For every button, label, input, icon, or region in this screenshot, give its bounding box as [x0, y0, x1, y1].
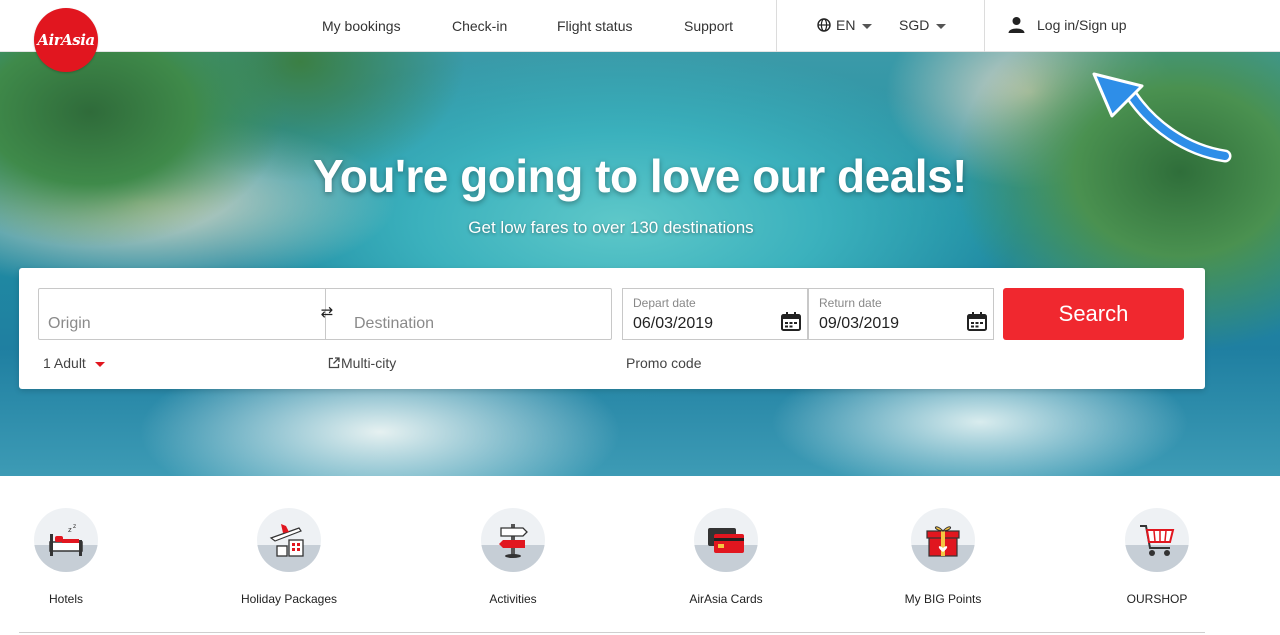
- svg-text:z: z: [73, 523, 76, 530]
- depart-date-label: Depart date: [633, 296, 696, 310]
- promo-code-link[interactable]: Promo code: [626, 355, 701, 371]
- search-button[interactable]: Search: [1003, 288, 1184, 340]
- hero-title: You're going to love our deals!: [313, 150, 967, 202]
- chevron-down-icon: [94, 361, 105, 367]
- language-label: EN: [836, 17, 856, 33]
- category-label: AirAsia Cards: [689, 592, 763, 606]
- globe-icon: [817, 18, 831, 32]
- depart-date-field[interactable]: Depart date 06/03/2019: [622, 288, 808, 340]
- section-divider: [19, 632, 1205, 633]
- top-header: My bookings Check-in Flight status Suppo…: [0, 0, 1280, 52]
- origin-input[interactable]: Origin: [48, 315, 91, 333]
- pointer-arrow-icon: [1092, 72, 1232, 163]
- nav-my-bookings[interactable]: My bookings: [322, 18, 401, 34]
- nav-flight-status[interactable]: Flight status: [557, 18, 632, 34]
- passenger-label: 1 Adult: [43, 355, 86, 371]
- header-divider: [984, 0, 985, 52]
- route-field: Origin ⇄ Destination: [38, 288, 612, 340]
- hero-banner: You're going to love our deals! Get low …: [0, 52, 1280, 476]
- external-link-icon: [328, 357, 340, 369]
- category-holiday-packages[interactable]: Holiday Packages: [219, 508, 359, 606]
- chevron-down-icon: [936, 23, 947, 29]
- category-label: My BIG Points: [904, 592, 982, 606]
- language-selector[interactable]: EN: [817, 17, 873, 33]
- calendar-icon: [967, 312, 987, 331]
- swap-route-icon[interactable]: ⇄: [316, 305, 338, 321]
- category-airasia-cards[interactable]: AirAsia Cards: [656, 508, 796, 606]
- nav-support[interactable]: Support: [684, 18, 733, 34]
- user-icon: [1008, 17, 1025, 33]
- chevron-down-icon: [862, 23, 873, 29]
- flight-search-form: Origin ⇄ Destination Depart date 06/03/2…: [19, 268, 1205, 389]
- category-my-big-points[interactable]: My BIG Points: [873, 508, 1013, 606]
- multi-city-link[interactable]: Multi-city: [328, 355, 396, 371]
- category-label: OURSHOP: [1126, 592, 1188, 606]
- login-signup-link[interactable]: Log in/Sign up: [1008, 16, 1127, 33]
- category-ourshop[interactable]: OURSHOP: [1087, 508, 1227, 606]
- logo-text: AirAsia: [37, 31, 95, 49]
- login-label: Log in/Sign up: [1037, 17, 1127, 33]
- plane-buildings-icon: [257, 508, 321, 572]
- passenger-selector[interactable]: 1 Adult: [43, 355, 105, 371]
- multi-city-label: Multi-city: [341, 355, 397, 371]
- category-label: Activities: [489, 592, 537, 606]
- depart-date-value: 06/03/2019: [633, 315, 714, 332]
- calendar-icon: [781, 312, 801, 331]
- credit-cards-icon: [694, 508, 758, 572]
- destination-input[interactable]: Destination: [354, 315, 434, 333]
- category-label: Hotels: [48, 592, 83, 606]
- return-date-field[interactable]: Return date 09/03/2019: [808, 288, 994, 340]
- gift-box-icon: [911, 508, 975, 572]
- hero-subtitle: Get low fares to over 130 destinations: [468, 218, 754, 237]
- currency-selector[interactable]: SGD: [899, 17, 947, 33]
- category-activities[interactable]: Activities: [443, 508, 583, 606]
- svg-text:z: z: [68, 526, 72, 534]
- signpost-icon: [481, 508, 545, 572]
- category-label: Holiday Packages: [240, 592, 338, 606]
- return-date-label: Return date: [819, 296, 882, 310]
- shopping-cart-icon: [1125, 508, 1189, 572]
- return-date-value: 09/03/2019: [819, 315, 900, 332]
- header-divider: [776, 0, 777, 52]
- currency-label: SGD: [899, 17, 930, 33]
- category-hotels[interactable]: z z Hotels: [0, 508, 136, 606]
- airasia-logo[interactable]: AirAsia: [34, 8, 98, 72]
- hotel-bed-icon: z z: [34, 508, 98, 572]
- nav-check-in[interactable]: Check-in: [452, 18, 507, 34]
